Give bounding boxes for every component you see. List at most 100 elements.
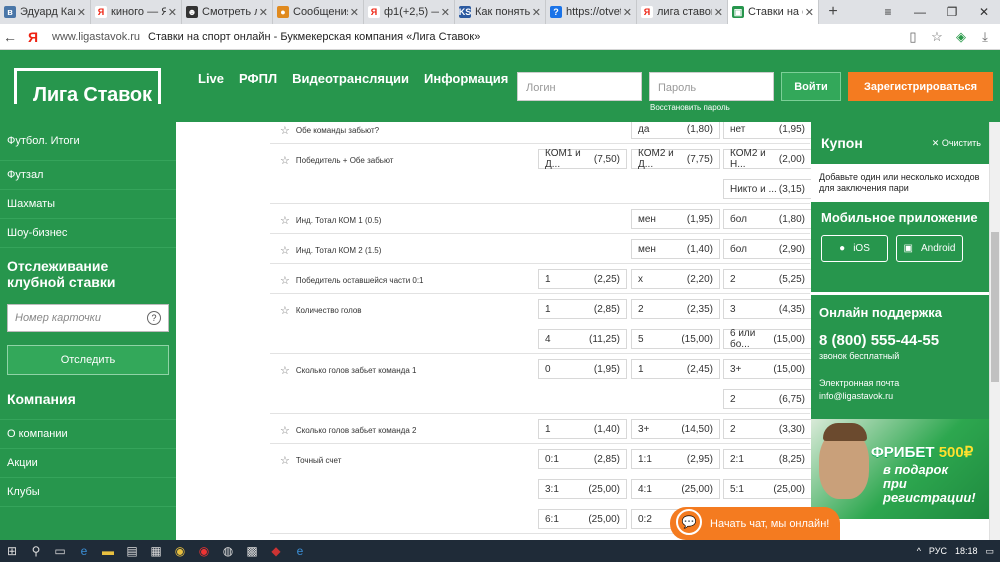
market-name[interactable]: ☆ Сколько голов забьет команда 2 [280, 424, 416, 437]
odds-cell[interactable]: 2 (3,30) [723, 419, 811, 439]
tab-close-icon[interactable]: ✕ [348, 6, 359, 19]
odds-cell[interactable]: 2:1 (8,25) [723, 449, 811, 469]
edge-icon[interactable]: e [72, 540, 96, 562]
odds-cell[interactable]: 2 (5,25) [723, 269, 811, 289]
browser-tab-1[interactable]: Якиного — Янд✕ [91, 0, 182, 24]
favorite-star-icon[interactable]: ☆ [280, 274, 290, 287]
sidebar-item-clubs[interactable]: Клубы [0, 478, 176, 507]
chat-button[interactable]: 💬 Начать чат, мы онлайн! [670, 507, 840, 540]
odds-cell[interactable]: 1 (2,25) [538, 269, 627, 289]
odds-cell[interactable]: да (1,80) [631, 122, 720, 139]
odds-cell[interactable]: 1 (2,45) [631, 359, 720, 379]
browser-tab-0[interactable]: в Эдуард Камал✕ [0, 0, 91, 24]
downloads-icon[interactable]: ⤓ [976, 29, 994, 45]
tab-close-icon[interactable]: ✕ [803, 6, 814, 19]
protect-icon[interactable]: ◈ [952, 29, 970, 45]
browser-tab-8[interactable]: ▣ Ставки на с ✕ [728, 0, 819, 24]
sidebar-item-chess[interactable]: Шахматы [0, 190, 176, 219]
browser-tab-4[interactable]: Яф1(+2,5) — Янд✕ [364, 0, 455, 24]
odds-cell[interactable]: КОМ1 и Д... (7,50) [538, 148, 627, 170]
odds-cell[interactable]: 6 или бо... (15,00) [723, 328, 811, 350]
sidebar-item-football-results[interactable]: Футбол. Итоги [0, 122, 176, 161]
android-button[interactable]: ▣ Android [896, 235, 963, 262]
notifications-icon[interactable]: ▭ [985, 546, 994, 557]
market-name[interactable]: ☆ Инд. Тотал КОМ 2 (1.5) [280, 244, 381, 257]
odds-cell[interactable]: 4 (11,25) [538, 329, 627, 349]
market-name[interactable]: ☆ Обе команды забьют? [280, 124, 379, 137]
password-input[interactable]: Пароль [649, 72, 774, 101]
favorite-star-icon[interactable]: ☆ [280, 364, 290, 377]
tab-close-icon[interactable]: ✕ [530, 6, 541, 19]
odds-cell[interactable]: мен (1,40) [631, 239, 720, 259]
search-icon[interactable]: ⚲ [24, 540, 48, 562]
odds-cell[interactable]: 5:1 (25,00) [723, 479, 811, 499]
new-tab-button[interactable]: + [819, 0, 847, 24]
odds-cell[interactable]: Никто и ... (3,15) [723, 179, 811, 199]
ios-button[interactable]: ● iOS [821, 235, 888, 262]
back-arrow-icon[interactable]: ← [0, 29, 20, 45]
nav-video[interactable]: Видеотрансляции [292, 71, 409, 86]
login-button[interactable]: Войти [781, 72, 841, 101]
sidebar-item-futsal[interactable]: Футзал [0, 161, 176, 190]
ie-icon[interactable]: e [288, 540, 312, 562]
sidebar-item-promos[interactable]: Акции [0, 449, 176, 478]
favorite-star-icon[interactable]: ☆ [280, 424, 290, 437]
odds-cell[interactable]: КОМ2 и Н... (2,00) [723, 148, 811, 170]
yandex-logo-icon[interactable]: Я [20, 29, 46, 45]
market-name[interactable]: ☆ Количество голов [280, 304, 362, 317]
odds-cell[interactable]: 3+ (15,00) [723, 359, 811, 379]
support-email[interactable]: info@ligastavok.ru [819, 391, 981, 401]
tab-close-icon[interactable]: ✕ [166, 6, 177, 19]
odds-cell[interactable]: 1 (2,85) [538, 299, 627, 319]
support-phone[interactable]: 8 (800) 555-44-55 [819, 332, 981, 349]
page-scrollbar[interactable] [989, 122, 1000, 540]
browser-tab-3[interactable]: ● Сообщения ✕ [273, 0, 364, 24]
close-icon[interactable]: ✕ [968, 0, 1000, 24]
odds-cell[interactable]: нет (1,95) [723, 122, 811, 139]
favorite-star-icon[interactable]: ☆ [280, 304, 290, 317]
browser-tab-2[interactable]: ☻ Смотреть лучш✕ [182, 0, 273, 24]
odds-cell[interactable]: бол (1,80) [723, 209, 811, 229]
app3-icon[interactable]: ▩ [240, 540, 264, 562]
calculator-icon[interactable]: ▦ [144, 540, 168, 562]
scrollbar-thumb[interactable] [991, 232, 999, 382]
register-button[interactable]: Зарегистрироваться [848, 72, 993, 101]
favorite-star-icon[interactable]: ☆ [280, 244, 290, 257]
odds-cell[interactable]: 1:1 (2,95) [631, 449, 720, 469]
odds-cell[interactable]: 0 (1,95) [538, 359, 627, 379]
market-name[interactable]: ☆ Точный счет [280, 454, 341, 467]
yandex-browser-icon[interactable]: ◉ [192, 540, 216, 562]
odds-cell[interactable]: 1 (1,40) [538, 419, 627, 439]
menu-icon[interactable]: ≡ [872, 0, 904, 24]
app2-icon[interactable]: ◍ [216, 540, 240, 562]
restore-icon[interactable]: ❐ [936, 0, 968, 24]
bookmark-star-icon[interactable]: ☆ [928, 29, 946, 45]
market-name[interactable]: ☆ Победитель + Обе забьют [280, 154, 393, 167]
start-icon[interactable]: ⊞ [0, 540, 24, 562]
task-view-icon[interactable]: ▭ [48, 540, 72, 562]
help-icon[interactable]: ? [147, 311, 161, 325]
minimize-icon[interactable]: — [904, 0, 936, 24]
nav-live[interactable]: Live [198, 71, 224, 86]
browser-tab-6[interactable]: ? https://otvet.m✕ [546, 0, 637, 24]
sidebar-item-about[interactable]: О компании [0, 420, 176, 449]
store-icon[interactable]: ▤ [120, 540, 144, 562]
app-icon[interactable]: ◉ [168, 540, 192, 562]
freebet-banner[interactable]: ФРИБЕТ 500₽ в подарок при регистрации! [811, 419, 989, 519]
market-name[interactable]: ☆ Сколько голов забьет команда 1 [280, 364, 416, 377]
odds-cell[interactable]: 5 (15,00) [631, 329, 720, 349]
sidebar-item-showbiz[interactable]: Шоу-бизнес [0, 219, 176, 248]
tab-close-icon[interactable]: ✕ [621, 6, 632, 19]
track-button[interactable]: Отследить [7, 345, 169, 375]
coupon-clear-button[interactable]: ✕ Очистить [932, 138, 981, 149]
tray-time[interactable]: 18:18 [955, 546, 978, 556]
favorite-star-icon[interactable]: ☆ [280, 124, 290, 137]
odds-cell[interactable]: КОМ2 и Д... (7,75) [631, 148, 720, 170]
odds-cell[interactable]: мен (1,95) [631, 209, 720, 229]
tab-close-icon[interactable]: ✕ [75, 6, 86, 19]
url-field[interactable]: www.ligastavok.ru Ставки на спорт онлайн… [52, 31, 480, 43]
explorer-icon[interactable]: ▬ [96, 540, 120, 562]
login-input[interactable]: Логин [517, 72, 642, 101]
restore-password-link[interactable]: Восстановить пароль [650, 103, 730, 112]
tab-close-icon[interactable]: ✕ [439, 6, 450, 19]
